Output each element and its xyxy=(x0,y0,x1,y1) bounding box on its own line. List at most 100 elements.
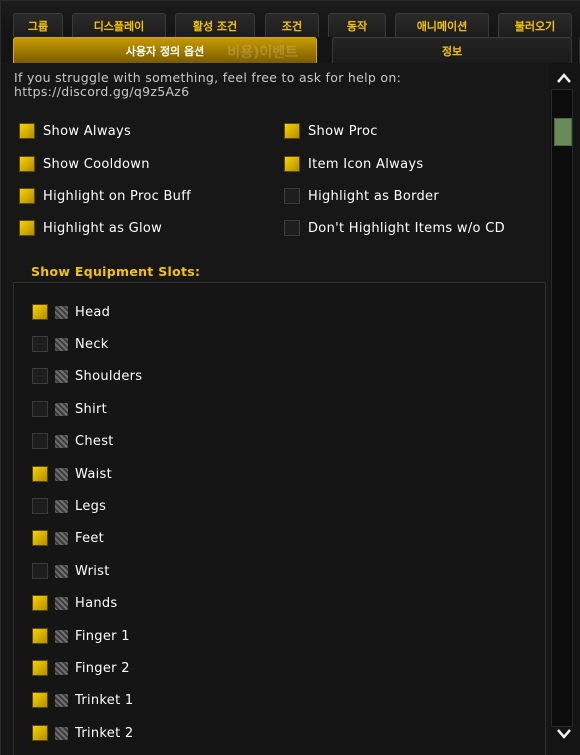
hands-slot-icon xyxy=(55,596,68,610)
scrollbar[interactable] xyxy=(549,63,580,755)
checkbox[interactable] xyxy=(32,563,48,579)
checkbox[interactable] xyxy=(32,466,48,482)
checkbox[interactable] xyxy=(32,304,48,320)
slot-chest[interactable]: Chest xyxy=(32,433,114,449)
slot-hands[interactable]: Hands xyxy=(32,595,118,611)
scrollbar-track[interactable] xyxy=(551,89,573,727)
checkbox[interactable] xyxy=(19,220,35,236)
tab-information[interactable]: 정보 xyxy=(332,37,572,63)
tab-actions[interactable]: 동작 xyxy=(328,13,386,37)
head-slot-icon xyxy=(55,305,68,319)
checkbox[interactable] xyxy=(284,156,300,172)
slot-label: Shoulders xyxy=(75,368,143,384)
checkbox[interactable] xyxy=(19,156,35,172)
slot-wrist[interactable]: Wrist xyxy=(32,563,110,579)
tab-ghost-text: 비용)이벤트 xyxy=(227,45,298,61)
scrollbar-thumb[interactable] xyxy=(554,118,572,146)
option-highlight-on-proc-buff[interactable]: Highlight on Proc Buff xyxy=(19,188,191,204)
checkbox[interactable] xyxy=(32,660,48,676)
checkbox[interactable] xyxy=(284,123,300,139)
option-show-proc[interactable]: Show Proc xyxy=(284,123,378,139)
option-label: Show Always xyxy=(43,123,132,139)
finger-slot-icon xyxy=(55,661,68,675)
slot-shoulders[interactable]: Shoulders xyxy=(32,368,142,384)
tab-bar-main: 그룹 디스플레이 활성 조건 조건 동작 애니메이션 불러오기 xyxy=(1,1,580,37)
option-highlight-as-glow[interactable]: Highlight as Glow xyxy=(19,220,162,236)
checkbox[interactable] xyxy=(32,725,48,741)
slot-label: Wrist xyxy=(75,563,110,579)
option-highlight-as-border[interactable]: Highlight as Border xyxy=(284,188,439,204)
tab-custom-options[interactable]: 비용)이벤트 사용자 정의 옵션 xyxy=(13,37,317,63)
slot-label: Trinket 2 xyxy=(75,725,134,741)
slot-label: Shirt xyxy=(75,401,108,417)
finger-slot-icon xyxy=(55,629,68,643)
option-label: Item Icon Always xyxy=(308,156,424,172)
checkbox[interactable] xyxy=(32,530,48,546)
content-panel: If you struggle with something, feel fre… xyxy=(1,63,549,755)
options-window: 그룹 디스플레이 활성 조건 조건 동작 애니메이션 불러오기 비용)이벤트 사… xyxy=(0,0,580,755)
tab-custom-options-label: 사용자 정의 옵션 xyxy=(125,44,205,58)
equipment-slots-panel: Head Neck Shoulders Shirt Chest Waist Le… xyxy=(13,282,546,755)
option-show-always[interactable]: Show Always xyxy=(19,123,131,139)
shirt-slot-icon xyxy=(55,402,68,416)
tab-conditions[interactable]: 조건 xyxy=(265,13,319,37)
checkbox[interactable] xyxy=(32,433,48,449)
tab-group[interactable]: 그룹 xyxy=(13,13,63,37)
checkbox[interactable] xyxy=(284,188,300,204)
checkbox[interactable] xyxy=(32,595,48,611)
slot-finger-2[interactable]: Finger 2 xyxy=(32,660,130,676)
chest-slot-icon xyxy=(55,434,68,448)
checkbox[interactable] xyxy=(32,692,48,708)
slot-label: Hands xyxy=(75,595,118,611)
slot-trinket-1[interactable]: Trinket 1 xyxy=(32,692,134,708)
equipment-slots-header: Show Equipment Slots: xyxy=(31,264,201,279)
slot-label: Finger 1 xyxy=(75,628,130,644)
slot-waist[interactable]: Waist xyxy=(32,466,112,482)
checkbox[interactable] xyxy=(32,628,48,644)
option-label: Highlight as Glow xyxy=(43,220,163,236)
slot-label: Waist xyxy=(75,466,112,482)
neck-slot-icon xyxy=(55,337,68,351)
tab-bar-secondary: 비용)이벤트 사용자 정의 옵션 정보 xyxy=(1,37,580,64)
checkbox[interactable] xyxy=(32,368,48,384)
tab-trigger[interactable]: 활성 조건 xyxy=(175,13,255,37)
checkbox[interactable] xyxy=(32,336,48,352)
option-label: Show Proc xyxy=(308,123,378,139)
slot-feet[interactable]: Feet xyxy=(32,530,104,546)
tab-animations[interactable]: 애니메이션 xyxy=(395,13,489,37)
slot-shirt[interactable]: Shirt xyxy=(32,401,107,417)
trinket-slot-icon xyxy=(55,693,68,707)
option-show-cooldown[interactable]: Show Cooldown xyxy=(19,156,150,172)
trinket-slot-icon xyxy=(55,726,68,740)
wrist-slot-icon xyxy=(55,564,68,578)
option-item-icon-always[interactable]: Item Icon Always xyxy=(284,156,423,172)
option-dont-highlight-items[interactable]: Don't Highlight Items w/o CD xyxy=(284,220,505,236)
checkbox[interactable] xyxy=(19,188,35,204)
slot-neck[interactable]: Neck xyxy=(32,336,109,352)
slot-legs[interactable]: Legs xyxy=(32,498,106,514)
slot-label: Feet xyxy=(75,530,105,546)
waist-slot-icon xyxy=(55,467,68,481)
tab-display[interactable]: 디스플레이 xyxy=(72,13,166,37)
slot-head[interactable]: Head xyxy=(32,304,110,320)
legs-slot-icon xyxy=(55,499,68,513)
slot-label: Head xyxy=(75,304,111,320)
feet-slot-icon xyxy=(55,531,68,545)
option-label: Highlight on Proc Buff xyxy=(43,188,191,204)
option-label: Show Cooldown xyxy=(43,156,150,172)
slot-trinket-2[interactable]: Trinket 2 xyxy=(32,725,134,741)
option-label: Highlight as Border xyxy=(308,188,439,204)
help-text: If you struggle with something, feel fre… xyxy=(14,70,402,99)
tab-load[interactable]: 불러오기 xyxy=(498,13,572,37)
slot-label: Trinket 1 xyxy=(75,692,134,708)
option-label: Don't Highlight Items w/o CD xyxy=(308,220,505,236)
checkbox[interactable] xyxy=(19,123,35,139)
checkbox[interactable] xyxy=(32,401,48,417)
slot-label: Legs xyxy=(75,498,107,514)
slot-label: Chest xyxy=(75,433,114,449)
chevron-up-icon[interactable] xyxy=(551,67,577,89)
checkbox[interactable] xyxy=(284,220,300,236)
checkbox[interactable] xyxy=(32,498,48,514)
chevron-down-icon[interactable] xyxy=(551,722,577,744)
slot-finger-1[interactable]: Finger 1 xyxy=(32,628,130,644)
